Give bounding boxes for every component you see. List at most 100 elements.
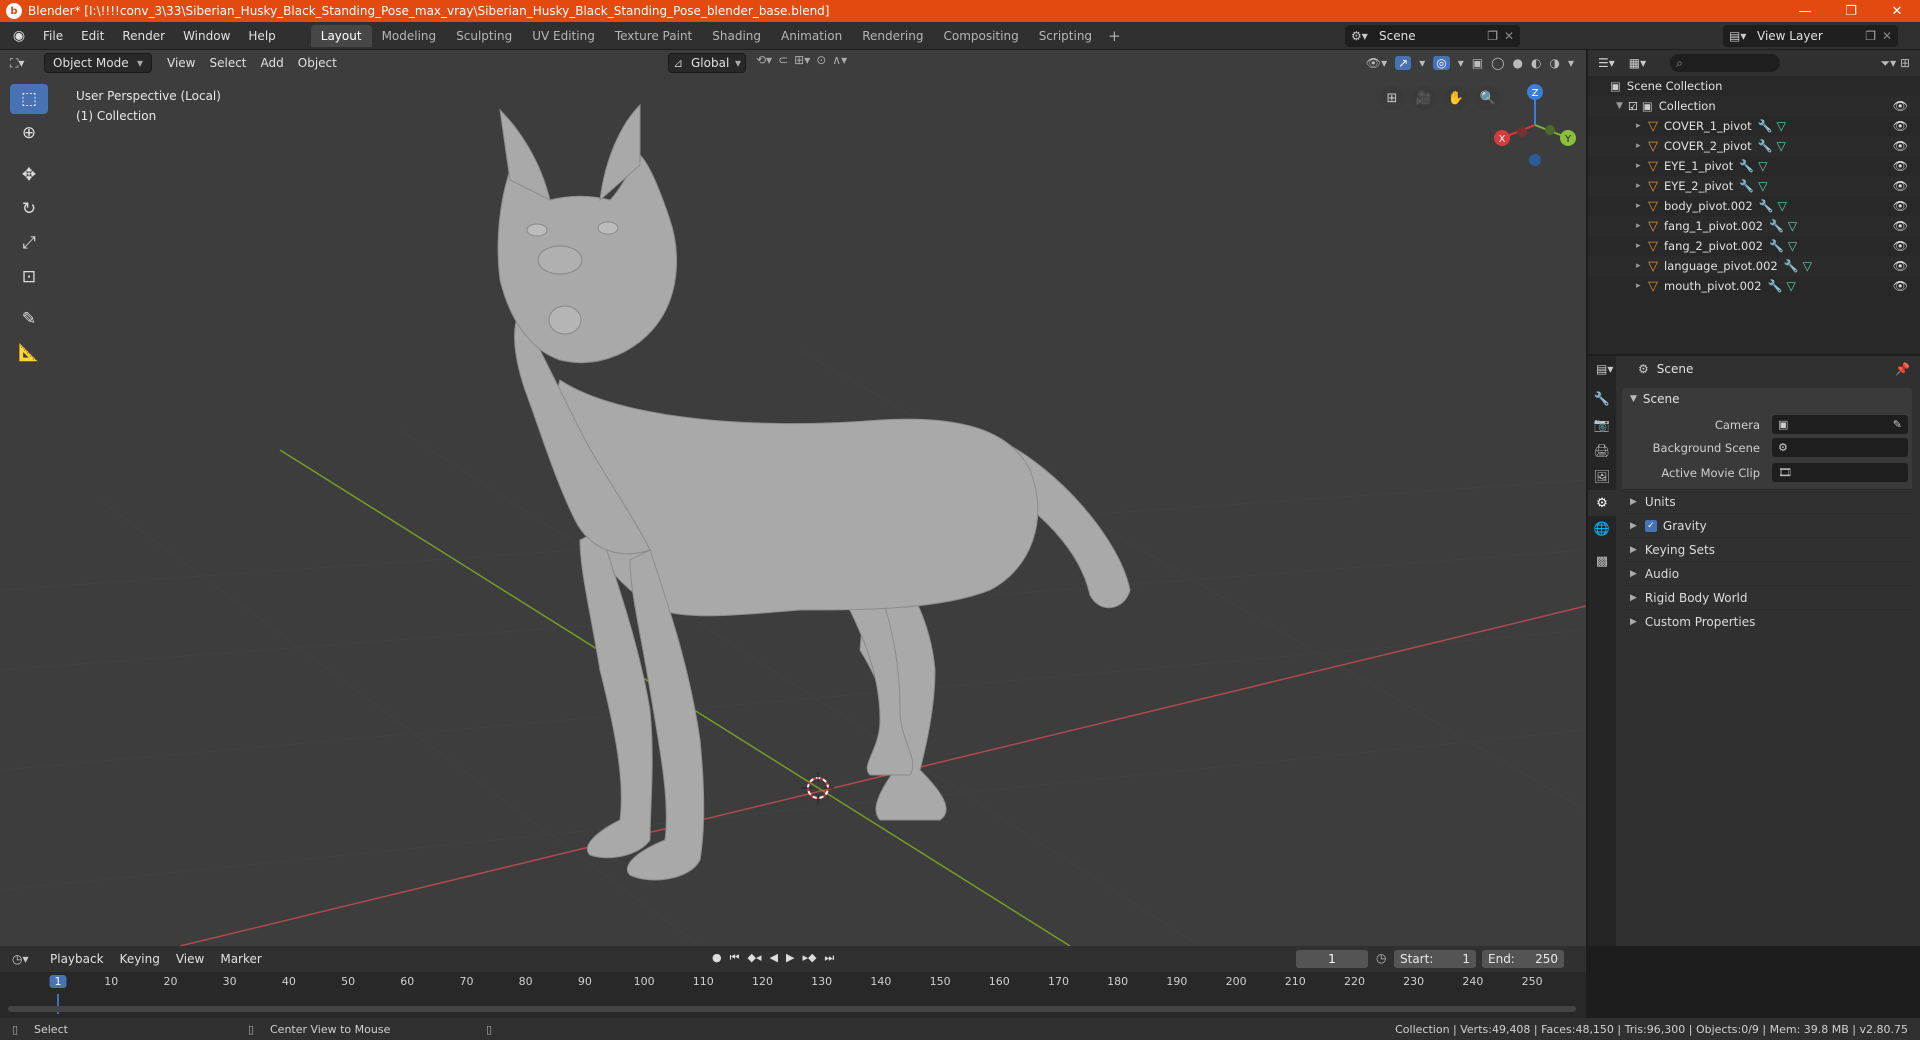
shading-menu-icon[interactable]: ▾ (1568, 56, 1574, 70)
timeline-ruler[interactable]: 1 10 20 30 40 50 60 70 80 90 100 110 120 130 140 150 160… (0, 972, 1586, 994)
orientation-selector[interactable]: ⊿ Global ▾ (668, 53, 746, 73)
jump-end-icon[interactable]: ⏭ (824, 951, 834, 965)
scene-selector[interactable]: ⚙▾ Scene ❐ ✕ (1345, 25, 1520, 47)
3d-viewport[interactable]: ⛶▾ Object Mode ▾ View Select Add Object … (0, 50, 1586, 946)
close-button[interactable]: ✕ (1874, 0, 1920, 22)
close-icon[interactable]: ✕ (1504, 29, 1514, 43)
scene-panel-header[interactable]: ▼ Scene (1622, 388, 1912, 410)
tab-animation[interactable]: Animation (771, 25, 852, 47)
expand-arrow-icon[interactable]: ▼ (1616, 101, 1628, 111)
pan-hand-icon[interactable]: ✋ (1444, 86, 1468, 110)
play-icon[interactable]: ▶ (786, 951, 794, 965)
clock-icon[interactable]: ◷ (1376, 951, 1386, 965)
keying-sets-panel-header[interactable]: ▶ Keying Sets (1622, 537, 1912, 561)
editor-type-icon[interactable]: ☰▾ (1598, 56, 1615, 70)
menu-playback[interactable]: Playback (42, 952, 112, 966)
menu-window[interactable]: Window (174, 29, 239, 43)
menu-view[interactable]: View (168, 952, 212, 966)
tab-uv-editing[interactable]: UV Editing (522, 25, 605, 47)
menu-marker[interactable]: Marker (212, 952, 269, 966)
camera-view-icon[interactable]: 🎥 (1412, 86, 1436, 110)
menu-file[interactable]: File (34, 29, 72, 43)
tab-shading[interactable]: Shading (702, 25, 771, 47)
falloff-icon[interactable]: ∧▾ (832, 53, 847, 67)
grid-view-icon[interactable]: ⊞ (1380, 86, 1404, 110)
eye-icon[interactable]: 👁 (1893, 99, 1908, 113)
list-item[interactable]: ▸ ▽ fang_2_pivot.002 🔧 ▽ 👁 (1588, 236, 1920, 256)
view-layer-selector[interactable]: ▤▾ View Layer ❐ ✕ (1723, 25, 1898, 47)
annotate-tool[interactable]: ✎ (10, 304, 48, 334)
tab-compositing[interactable]: Compositing (933, 25, 1028, 47)
eye-icon[interactable]: 👁 (1893, 119, 1908, 133)
tab-modeling[interactable]: Modeling (372, 25, 447, 47)
eye-icon[interactable]: 👁 (1893, 139, 1908, 153)
scale-tool[interactable]: ⤢ (10, 228, 48, 258)
mode-selector[interactable]: Object Mode ▾ (44, 53, 152, 73)
play-reverse-icon[interactable]: ◀ (770, 951, 778, 965)
move-tool[interactable]: ✥ (10, 160, 48, 190)
wireframe-shading-icon[interactable]: ◯ (1491, 56, 1504, 70)
list-item[interactable]: ▸ ▽ body_pivot.002 🔧 ▽ 👁 (1588, 196, 1920, 216)
editor-type-icon[interactable]: ▤▾ (1596, 362, 1613, 376)
maximize-button[interactable]: ❐ (1828, 0, 1874, 22)
start-frame-field[interactable]: Start: 1 (1394, 950, 1476, 968)
units-panel-header[interactable]: ▶ Units (1622, 489, 1912, 513)
expand-arrow-icon[interactable]: ▸ (1636, 141, 1648, 151)
expand-arrow-icon[interactable]: ▸ (1636, 181, 1648, 191)
scene-collection-row[interactable]: ▣ Scene Collection (1588, 76, 1920, 96)
prev-keyframe-icon[interactable]: ◆◂ (748, 951, 762, 965)
xray-icon[interactable]: ▣ (1472, 56, 1483, 70)
world-tab-icon[interactable]: 🌐 (1588, 516, 1616, 542)
expand-arrow-icon[interactable]: ▸ (1636, 221, 1648, 231)
cursor-tool[interactable]: ⊕ (10, 118, 48, 148)
expand-arrow-icon[interactable]: ▸ (1636, 161, 1648, 171)
list-item[interactable]: ▸ ▽ COVER_1_pivot 🔧 ▽ 👁 (1588, 116, 1920, 136)
menu-object[interactable]: Object (291, 56, 344, 70)
clock-editor-icon[interactable]: ◷▾ (12, 952, 29, 966)
solid-shading-icon[interactable]: ● (1513, 56, 1523, 70)
record-icon[interactable]: ● (712, 951, 722, 965)
jump-start-icon[interactable]: ⏮ (730, 951, 740, 965)
measure-tool[interactable]: 📐 (10, 338, 48, 368)
tab-sculpting[interactable]: Sculpting (446, 25, 522, 47)
menu-edit[interactable]: Edit (72, 29, 113, 43)
snap-target-icon[interactable]: ⊞▾ (794, 53, 810, 67)
rendered-shading-icon[interactable]: ◑ (1549, 56, 1559, 70)
eye-icon[interactable]: 👁 (1893, 239, 1908, 253)
display-mode-icon[interactable]: ▦▾ (1629, 56, 1646, 70)
menu-render[interactable]: Render (113, 29, 174, 43)
list-item[interactable]: ▸ ▽ EYE_1_pivot 🔧 ▽ 👁 (1588, 156, 1920, 176)
expand-arrow-icon[interactable]: ▸ (1636, 281, 1648, 291)
active-movie-clip-field[interactable]: 🎞 (1772, 463, 1908, 482)
texture-tab-icon[interactable]: ▩ (1588, 548, 1616, 574)
eyedropper-icon[interactable]: ✎ (1893, 418, 1902, 431)
eye-icon[interactable]: 👁 (1893, 259, 1908, 273)
eye-icon[interactable]: 👁 (1893, 159, 1908, 173)
timeline-scrollbar[interactable] (8, 1006, 1576, 1012)
blender-menu-icon[interactable]: ◉ (8, 25, 30, 47)
menu-view[interactable]: View (160, 56, 202, 70)
output-tab-icon[interactable]: 🖨 (1588, 438, 1616, 464)
snap-icon[interactable]: ⊂ (778, 53, 788, 67)
gravity-panel-header[interactable]: ▶ ✓ Gravity (1622, 513, 1912, 537)
camera-field[interactable]: ▣ ✎ (1772, 415, 1908, 434)
expand-arrow-icon[interactable]: ▸ (1636, 201, 1648, 211)
copy-icon[interactable]: ❐ (1487, 29, 1498, 43)
eye-icon[interactable]: 👁 (1893, 279, 1908, 293)
render-tab-icon[interactable]: 📷 (1588, 412, 1616, 438)
next-keyframe-icon[interactable]: ▸◆ (802, 951, 816, 965)
minimize-button[interactable]: — (1782, 0, 1828, 22)
list-item[interactable]: ▸ ▽ COVER_2_pivot 🔧 ▽ 👁 (1588, 136, 1920, 156)
eye-icon[interactable]: 👁 (1893, 179, 1908, 193)
pivot-icon[interactable]: ⟲▾ (756, 53, 772, 67)
proportional-edit-icon[interactable]: ⊙ (816, 53, 826, 67)
list-item[interactable]: ▸ ▽ language_pivot.002 🔧 ▽ 👁 (1588, 256, 1920, 276)
eye-icon[interactable]: 👁 (1893, 199, 1908, 213)
view-layer-tab-icon[interactable]: 🖼 (1588, 464, 1616, 490)
visibility-icon[interactable]: 👁▾ (1366, 56, 1387, 70)
pin-icon[interactable]: 📌 (1895, 362, 1910, 376)
menu-keying[interactable]: Keying (112, 952, 168, 966)
close-icon[interactable]: ✕ (1882, 29, 1892, 43)
list-item[interactable]: ▸ ▽ mouth_pivot.002 🔧 ▽ 👁 (1588, 276, 1920, 296)
overlay-toggle-icon[interactable]: ◎ (1433, 56, 1450, 70)
